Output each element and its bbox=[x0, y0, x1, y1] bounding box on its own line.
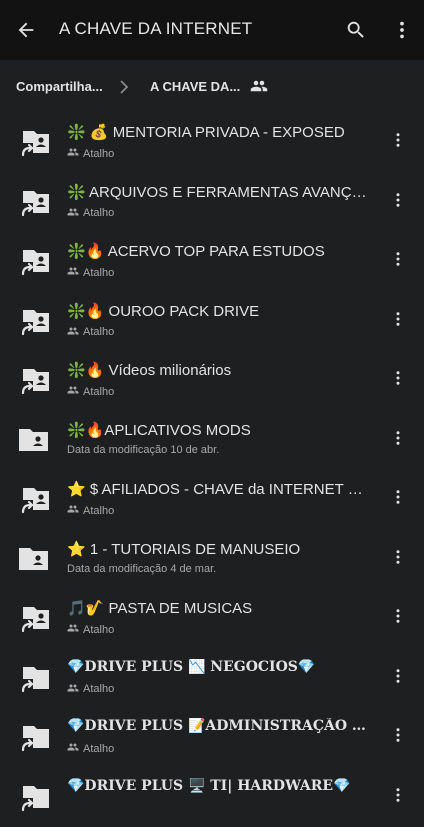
more-vert-icon[interactable] bbox=[384, 126, 412, 154]
item-subtitle-text: Atalho bbox=[83, 743, 114, 755]
item-subtitle-text: Atalho bbox=[83, 207, 114, 219]
page-title: A CHAVE DA INTERNET bbox=[59, 19, 252, 39]
more-vert-icon[interactable] bbox=[382, 10, 422, 50]
item-subtitle: Atalho bbox=[67, 622, 114, 637]
folder-shortcut-icon bbox=[16, 183, 52, 219]
list-item[interactable]: 💎DRIVE PLUS 🖥️ TI| HARDWARE💎 bbox=[0, 768, 424, 827]
list-item[interactable]: ⭐ $ AFILIADOS - CHAVE da INTERNET EXPOSE… bbox=[0, 470, 424, 530]
folder-shortcut-icon bbox=[16, 361, 52, 397]
list-item[interactable]: ⭐ 1 - TUTORIAIS DE MANUSEIO Data da modif… bbox=[0, 530, 424, 590]
item-subtitle: Atalho bbox=[67, 265, 114, 280]
more-vert-icon[interactable] bbox=[384, 186, 412, 214]
people-icon bbox=[67, 682, 79, 697]
folder-shortcut-icon bbox=[16, 302, 52, 338]
list-item[interactable]: 🎵🎷 PASTA DE MUSICAS Atalho bbox=[0, 589, 424, 649]
arrow-back-icon[interactable] bbox=[6, 10, 46, 50]
folder-shortcut-icon bbox=[16, 123, 52, 159]
item-subtitle-text: Atalho bbox=[83, 148, 114, 160]
item-subtitle-text: Atalho bbox=[83, 505, 114, 517]
shared-folder-icon bbox=[16, 421, 52, 457]
item-subtitle-text: Atalho bbox=[83, 624, 114, 636]
search-icon[interactable] bbox=[336, 10, 376, 50]
item-name: ❇️ 💰 MENTORIA PRIVADA - EXPOSED bbox=[67, 123, 367, 141]
people-icon bbox=[67, 146, 79, 161]
list-item[interactable]: ❇️🔥 ACERVO TOP PARA ESTUDOS Atalho bbox=[0, 232, 424, 292]
more-vert-icon[interactable] bbox=[384, 543, 412, 571]
item-subtitle-text: Atalho bbox=[83, 326, 114, 338]
item-name: 🎵🎷 PASTA DE MUSICAS bbox=[67, 599, 367, 617]
folder-shortcut-icon bbox=[16, 659, 52, 695]
item-subtitle: Atalho bbox=[67, 741, 114, 756]
item-name: ❇️🔥APLICATIVOS MODS bbox=[67, 421, 367, 439]
item-name: ❇️ ARQUIVOS E FERRAMENTAS AVANÇADAS bbox=[67, 183, 367, 201]
breadcrumb-current: A CHAVE DA... bbox=[150, 79, 240, 94]
item-name: ❇️🔥 ACERVO TOP PARA ESTUDOS bbox=[67, 242, 367, 260]
list-item[interactable]: 💎DRIVE PLUS 📝ADMINISTRAÇÃO 💎 Atalho bbox=[0, 708, 424, 768]
more-vert-icon[interactable] bbox=[384, 305, 412, 333]
chevron-right-icon bbox=[117, 78, 131, 101]
item-subtitle: Atalho bbox=[67, 503, 114, 518]
folder-shortcut-icon bbox=[16, 718, 52, 754]
item-subtitle: Atalho bbox=[67, 206, 114, 221]
top-app-bar: A CHAVE DA INTERNET bbox=[0, 0, 424, 60]
file-list: ❇️ 💰 MENTORIA PRIVADA - EXPOSEDAtalho❇️ … bbox=[0, 113, 424, 827]
shared-folder-icon bbox=[16, 540, 52, 576]
more-vert-icon[interactable] bbox=[384, 424, 412, 452]
item-name: ❇️🔥 OUROO PACK DRIVE bbox=[67, 302, 367, 320]
people-icon bbox=[67, 206, 79, 221]
more-vert-icon[interactable] bbox=[384, 245, 412, 273]
folder-shortcut-icon bbox=[16, 480, 52, 516]
breadcrumb: Compartilha... A CHAVE DA... bbox=[0, 60, 424, 116]
more-vert-icon[interactable] bbox=[384, 662, 412, 690]
folder-shortcut-icon bbox=[16, 778, 52, 814]
list-item[interactable]: ❇️ ARQUIVOS E FERRAMENTAS AVANÇADAS Atalh… bbox=[0, 173, 424, 233]
item-name: ⭐ $ AFILIADOS - CHAVE da INTERNET EXPOSE… bbox=[67, 480, 367, 498]
item-name: 💎DRIVE PLUS 🖥️ TI| HARDWARE💎 bbox=[67, 778, 367, 794]
people-icon bbox=[67, 265, 79, 280]
more-vert-icon[interactable] bbox=[384, 483, 412, 511]
people-icon bbox=[67, 503, 79, 518]
list-item[interactable]: ❇️🔥APLICATIVOS MODS Data da modificação 1… bbox=[0, 411, 424, 471]
item-subtitle-text: Atalho bbox=[83, 267, 114, 279]
item-subtitle-text: Atalho bbox=[83, 683, 114, 695]
item-subtitle-text: Data da modificação 10 de abr. bbox=[67, 444, 219, 456]
people-icon bbox=[67, 384, 79, 399]
list-item[interactable]: 💎DRIVE PLUS 📉 NEGOCIOS💎 Atalho bbox=[0, 649, 424, 709]
item-subtitle: Atalho bbox=[67, 682, 114, 697]
folder-shortcut-icon bbox=[16, 242, 52, 278]
more-vert-icon[interactable] bbox=[384, 721, 412, 749]
item-subtitle: Atalho bbox=[67, 325, 114, 340]
item-name: ❇️🔥 Vídeos milionários bbox=[67, 361, 367, 379]
item-subtitle: Atalho bbox=[67, 384, 114, 399]
people-icon bbox=[67, 622, 79, 637]
more-vert-icon[interactable] bbox=[384, 781, 412, 809]
list-item[interactable]: ❇️🔥 Vídeos milionários Atalho bbox=[0, 351, 424, 411]
item-subtitle: Data da modificação 10 de abr. bbox=[67, 444, 219, 456]
more-vert-icon[interactable] bbox=[384, 364, 412, 392]
item-subtitle-text: Atalho bbox=[83, 386, 114, 398]
item-name: 💎DRIVE PLUS 📉 NEGOCIOS💎 bbox=[67, 659, 367, 675]
item-subtitle: Atalho bbox=[67, 146, 114, 161]
people-icon bbox=[67, 325, 79, 340]
item-name: 💎DRIVE PLUS 📝ADMINISTRAÇÃO 💎 bbox=[67, 718, 367, 734]
item-subtitle: Data da modificação 4 de mar. bbox=[67, 563, 216, 575]
item-name: ⭐ 1 - TUTORIAIS DE MANUSEIO bbox=[67, 540, 367, 558]
folder-shortcut-icon bbox=[16, 599, 52, 635]
list-item[interactable]: ❇️ 💰 MENTORIA PRIVADA - EXPOSED Atalho bbox=[0, 113, 424, 173]
item-subtitle-text: Data da modificação 4 de mar. bbox=[67, 563, 216, 575]
people-icon bbox=[250, 77, 268, 100]
more-vert-icon[interactable] bbox=[384, 602, 412, 630]
people-icon bbox=[67, 741, 79, 756]
list-item[interactable]: ❇️🔥 OUROO PACK DRIVE Atalho bbox=[0, 292, 424, 352]
breadcrumb-parent[interactable]: Compartilha... bbox=[16, 79, 103, 94]
